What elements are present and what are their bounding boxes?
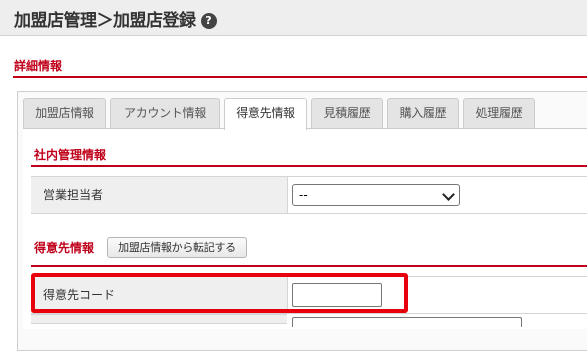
internal-section-title: 社内管理情報 bbox=[34, 148, 107, 162]
page-header: 加盟店管理＞加盟店登録? bbox=[0, 0, 587, 36]
next-row-label bbox=[31, 314, 287, 324]
customer-code-input[interactable] bbox=[292, 283, 382, 307]
sales-rep-label: 営業担当者 bbox=[31, 176, 287, 214]
tab-account-info[interactable]: アカウント情報 bbox=[110, 98, 220, 128]
tab-purchase-history[interactable]: 購入履歴 bbox=[387, 98, 459, 128]
tab-store-info[interactable]: 加盟店情報 bbox=[23, 98, 106, 128]
help-icon[interactable]: ? bbox=[200, 13, 217, 29]
detail-section-divider bbox=[13, 76, 587, 78]
tab-process-history[interactable]: 処理履歴 bbox=[463, 98, 535, 128]
chevron-down-icon bbox=[442, 188, 455, 201]
customer-section-title: 得意先情報 bbox=[34, 241, 95, 255]
tab-estimate-history[interactable]: 見積履歴 bbox=[311, 98, 383, 128]
detail-section-title: 詳細情報 bbox=[14, 59, 63, 73]
page-title: 加盟店管理＞加盟店登録? bbox=[14, 6, 217, 31]
customer-code-label: 得意先コード bbox=[31, 276, 287, 314]
sales-rep-select[interactable]: -- bbox=[292, 184, 460, 206]
copy-from-store-button[interactable]: 加盟店情報から転記する bbox=[107, 237, 247, 258]
internal-section-divider bbox=[31, 165, 587, 167]
customer-section-divider bbox=[31, 265, 587, 267]
sales-rep-select-value: -- bbox=[299, 188, 308, 202]
tab-customer-info[interactable]: 得意先情報 bbox=[224, 98, 307, 130]
next-row-input[interactable] bbox=[292, 317, 522, 327]
